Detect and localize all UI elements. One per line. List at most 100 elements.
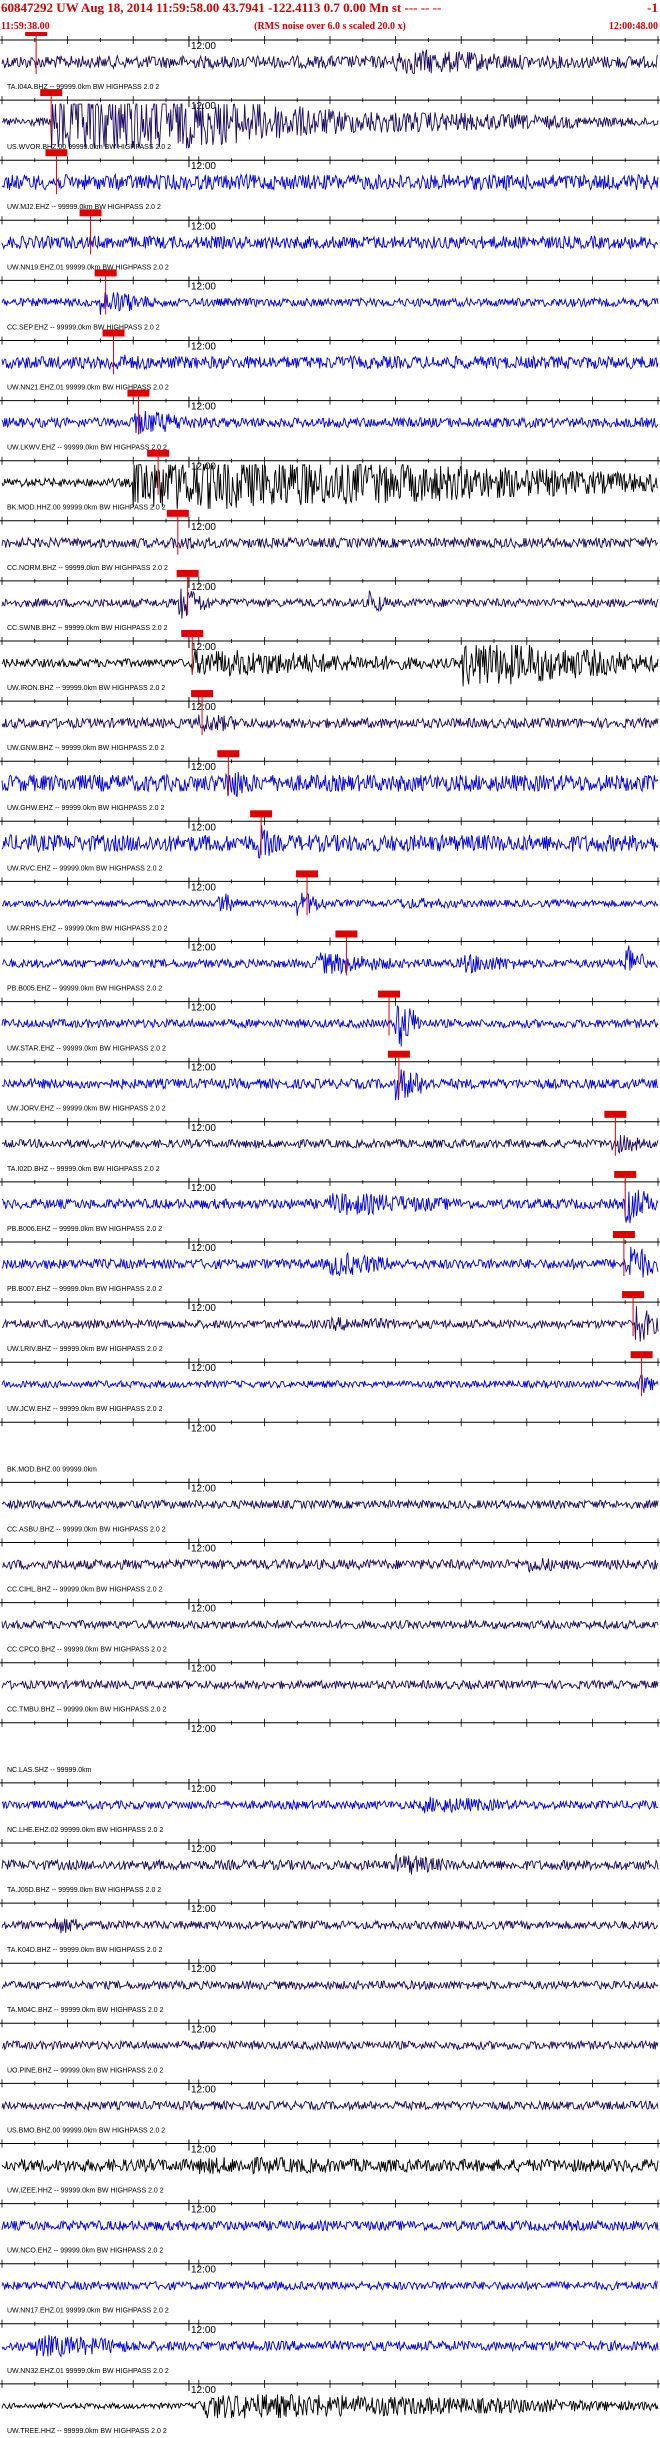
pick-marker xyxy=(622,1291,645,1299)
station-label: UW.RVC.EHZ -- 99999.0km BW HIGHPASS 2.0 … xyxy=(7,865,162,872)
station-label: TA.I04A.BHZ -- 99999.0km BW HIGHPASS 2.0… xyxy=(7,84,159,91)
waveform-trace xyxy=(1,1557,659,1573)
waveform-trace xyxy=(1,2393,659,2419)
waveform-trace xyxy=(1,1189,659,1224)
time-tick-label: 12:00 xyxy=(191,2084,216,2095)
time-tick-label: 12:00 xyxy=(191,1003,216,1014)
waveform-trace xyxy=(1,103,659,149)
pick-marker xyxy=(250,810,273,818)
time-tick-label: 12:00 xyxy=(191,1784,216,1795)
pick-marker xyxy=(335,930,358,938)
pick-marker xyxy=(387,1050,410,1058)
station-label: BK.MOD.HHZ.00 99999.0km BW HIGHPASS 2.0 … xyxy=(7,505,166,512)
waveform-trace xyxy=(1,1852,659,1875)
time-tick-label: 12:00 xyxy=(191,2024,216,2035)
pick-marker xyxy=(176,569,199,577)
pick-marker xyxy=(181,630,204,637)
station-label: CC.TMBU.BHZ -- 99999.0km BW HIGHPASS 2.0… xyxy=(7,1707,166,1714)
time-tick-label: 12:00 xyxy=(191,161,216,172)
time-tick-label: 12:00 xyxy=(191,1844,216,1855)
station-label: TA.I02D.BHZ -- 99999.0km BW HIGHPASS 2.0… xyxy=(7,1166,160,1173)
seismogram-page: 60847292 UW Aug 18, 2014 11:59:58.00 43.… xyxy=(0,0,660,2438)
station-label: UW.GHW.EHZ -- 99999.0km BW HIGHPASS 2.0 … xyxy=(7,805,165,812)
station-label: CC.CIHL.BHZ -- 99999.0km BW HIGHPASS 2.0… xyxy=(7,1587,163,1594)
waveform-trace xyxy=(1,234,659,251)
time-tick-label: 12:00 xyxy=(191,41,216,52)
time-tick-label: 12:00 xyxy=(191,582,216,593)
waveform-trace xyxy=(1,1306,659,1342)
time-tick-label: 12:00 xyxy=(191,402,216,413)
station-label: PB.B005.EHZ -- 99999.0km BW HIGHPASS 2.0… xyxy=(7,986,162,993)
time-tick-label: 12:00 xyxy=(191,2205,216,2216)
station-label: CC.CPCO.BHZ -- 99999.0km BW HIGHPASS 2.0… xyxy=(7,1647,167,1654)
waveform-trace xyxy=(1,1498,659,1511)
time-tick-label: 12:00 xyxy=(191,1363,216,1374)
rms-note: (RMS noise over 6.0 s scaled 20.0 x) xyxy=(254,21,406,32)
waveform-trace xyxy=(1,2334,659,2358)
event-flag: -1 xyxy=(647,0,658,15)
waveform-trace xyxy=(1,892,659,916)
pick-marker xyxy=(40,89,63,97)
station-label: PB.B007.EHZ -- 99999.0km BW HIGHPASS 2.0… xyxy=(7,1286,162,1293)
pick-marker xyxy=(166,509,189,517)
time-tick-label: 12:00 xyxy=(191,822,216,833)
pick-marker xyxy=(378,990,401,998)
time-tick-label: 12:00 xyxy=(191,943,216,954)
station-label: UW.LKWV.EHZ -- 99999.0km BW HIGHPASS 2.0… xyxy=(7,445,167,452)
station-label: CC.SEP.EHZ -- 99999.0km BW HIGHPASS 2.0 … xyxy=(7,324,160,331)
pick-marker xyxy=(127,389,150,397)
waveform-trace xyxy=(1,1979,659,1991)
pick-marker xyxy=(296,870,319,878)
end-time: 12:00:48.00 xyxy=(608,21,658,32)
waveform-trace xyxy=(1,1796,659,1814)
station-label: UW.STAR.EHZ -- 99999.0km BW HIGHPASS 2.0… xyxy=(7,1046,166,1053)
station-label: US.WVOR.BHZ.00 99999.0km BW HIGHPASS 2.0… xyxy=(7,144,171,151)
station-label: UO.PINE.BHZ -- 99999.0km BW HIGHPASS 2.0… xyxy=(7,2067,163,2074)
pick-marker xyxy=(25,32,48,36)
waveform-trace xyxy=(1,2219,659,2232)
pick-marker xyxy=(102,329,125,337)
waveform-trace xyxy=(1,291,659,315)
station-label: UW.NN32.EHZ.01 99999.0km BW HIGHPASS 2.0… xyxy=(7,2368,169,2375)
time-tick-label: 12:00 xyxy=(191,1904,216,1915)
waveform-trace xyxy=(1,825,659,859)
waveform-trace xyxy=(2,945,659,975)
time-tick-label: 12:00 xyxy=(191,1544,216,1555)
waveform-trace xyxy=(1,536,659,550)
station-label: NC.LHE.EHZ.02 99999.0km BW HIGHPASS 2.0 … xyxy=(7,1827,163,1834)
waveform-trace xyxy=(1,1135,659,1154)
seismogram-plot: 12:00 TA.I04A.BHZ -- 99999.0km BW HIGHPAS… xyxy=(0,32,660,2435)
station-label: UW.GNW.BHZ -- 99999.0km BW HIGHPASS 2.0 … xyxy=(7,745,165,752)
time-tick-label: 12:00 xyxy=(191,1604,216,1615)
waveform-trace xyxy=(1,588,659,619)
station-label: UW.RRHS.EHZ -- 99999.0km BW HIGHPASS 2.0… xyxy=(7,925,168,932)
waveform-trace xyxy=(1,2099,659,2112)
pick-marker xyxy=(94,269,117,277)
waveform-trace xyxy=(1,1005,659,1047)
station-label: UW.JCW.EHZ -- 99999.0km BW HIGHPASS 2.0 … xyxy=(7,1406,163,1413)
station-label: TA.M04C.BHZ -- 99999.0km BW HIGHPASS 2.0… xyxy=(7,2007,164,2014)
station-label: US.BMO.BHZ.00 99999.0km BW HIGHPASS 2.0 … xyxy=(7,2127,165,2134)
waveform-trace xyxy=(1,714,659,732)
time-tick-label: 12:00 xyxy=(191,1423,216,1434)
time-tick-label: 12:00 xyxy=(191,1063,216,1074)
station-label: CC.NORM.BHZ -- 99999.0km BW HIGHPASS 2.0… xyxy=(7,565,168,572)
station-label: UW.LRIV.BHZ -- 99999.0km BW HIGHPASS 2.0… xyxy=(7,1346,163,1353)
waveform-trace xyxy=(1,1918,659,1934)
time-tick-label: 12:00 xyxy=(191,1303,216,1314)
station-label: TA.J05D.BHZ -- 99999.0km BW HIGHPASS 2.0… xyxy=(7,1887,161,1894)
station-label: CC.SWNB.BHZ -- 99999.0km BW HIGHPASS 2.0… xyxy=(7,625,168,632)
time-tick-label: 12:00 xyxy=(191,1964,216,1975)
pick-marker xyxy=(147,449,170,457)
event-title: 60847292 UW Aug 18, 2014 11:59:58.00 43.… xyxy=(1,0,442,15)
waveform-trace xyxy=(1,2279,659,2292)
station-label: UW.NCO.EHZ -- 99999.0km BW HIGHPASS 2.0 … xyxy=(7,2248,163,2255)
waveform-trace xyxy=(1,771,659,797)
time-tick-label: 12:00 xyxy=(191,2385,216,2396)
waveform-trace xyxy=(1,463,659,509)
waveform-trace xyxy=(1,2039,659,2051)
pick-marker xyxy=(79,209,102,217)
pick-marker xyxy=(612,1231,635,1238)
time-tick-label: 12:00 xyxy=(191,882,216,893)
time-tick-label: 12:00 xyxy=(191,342,216,353)
